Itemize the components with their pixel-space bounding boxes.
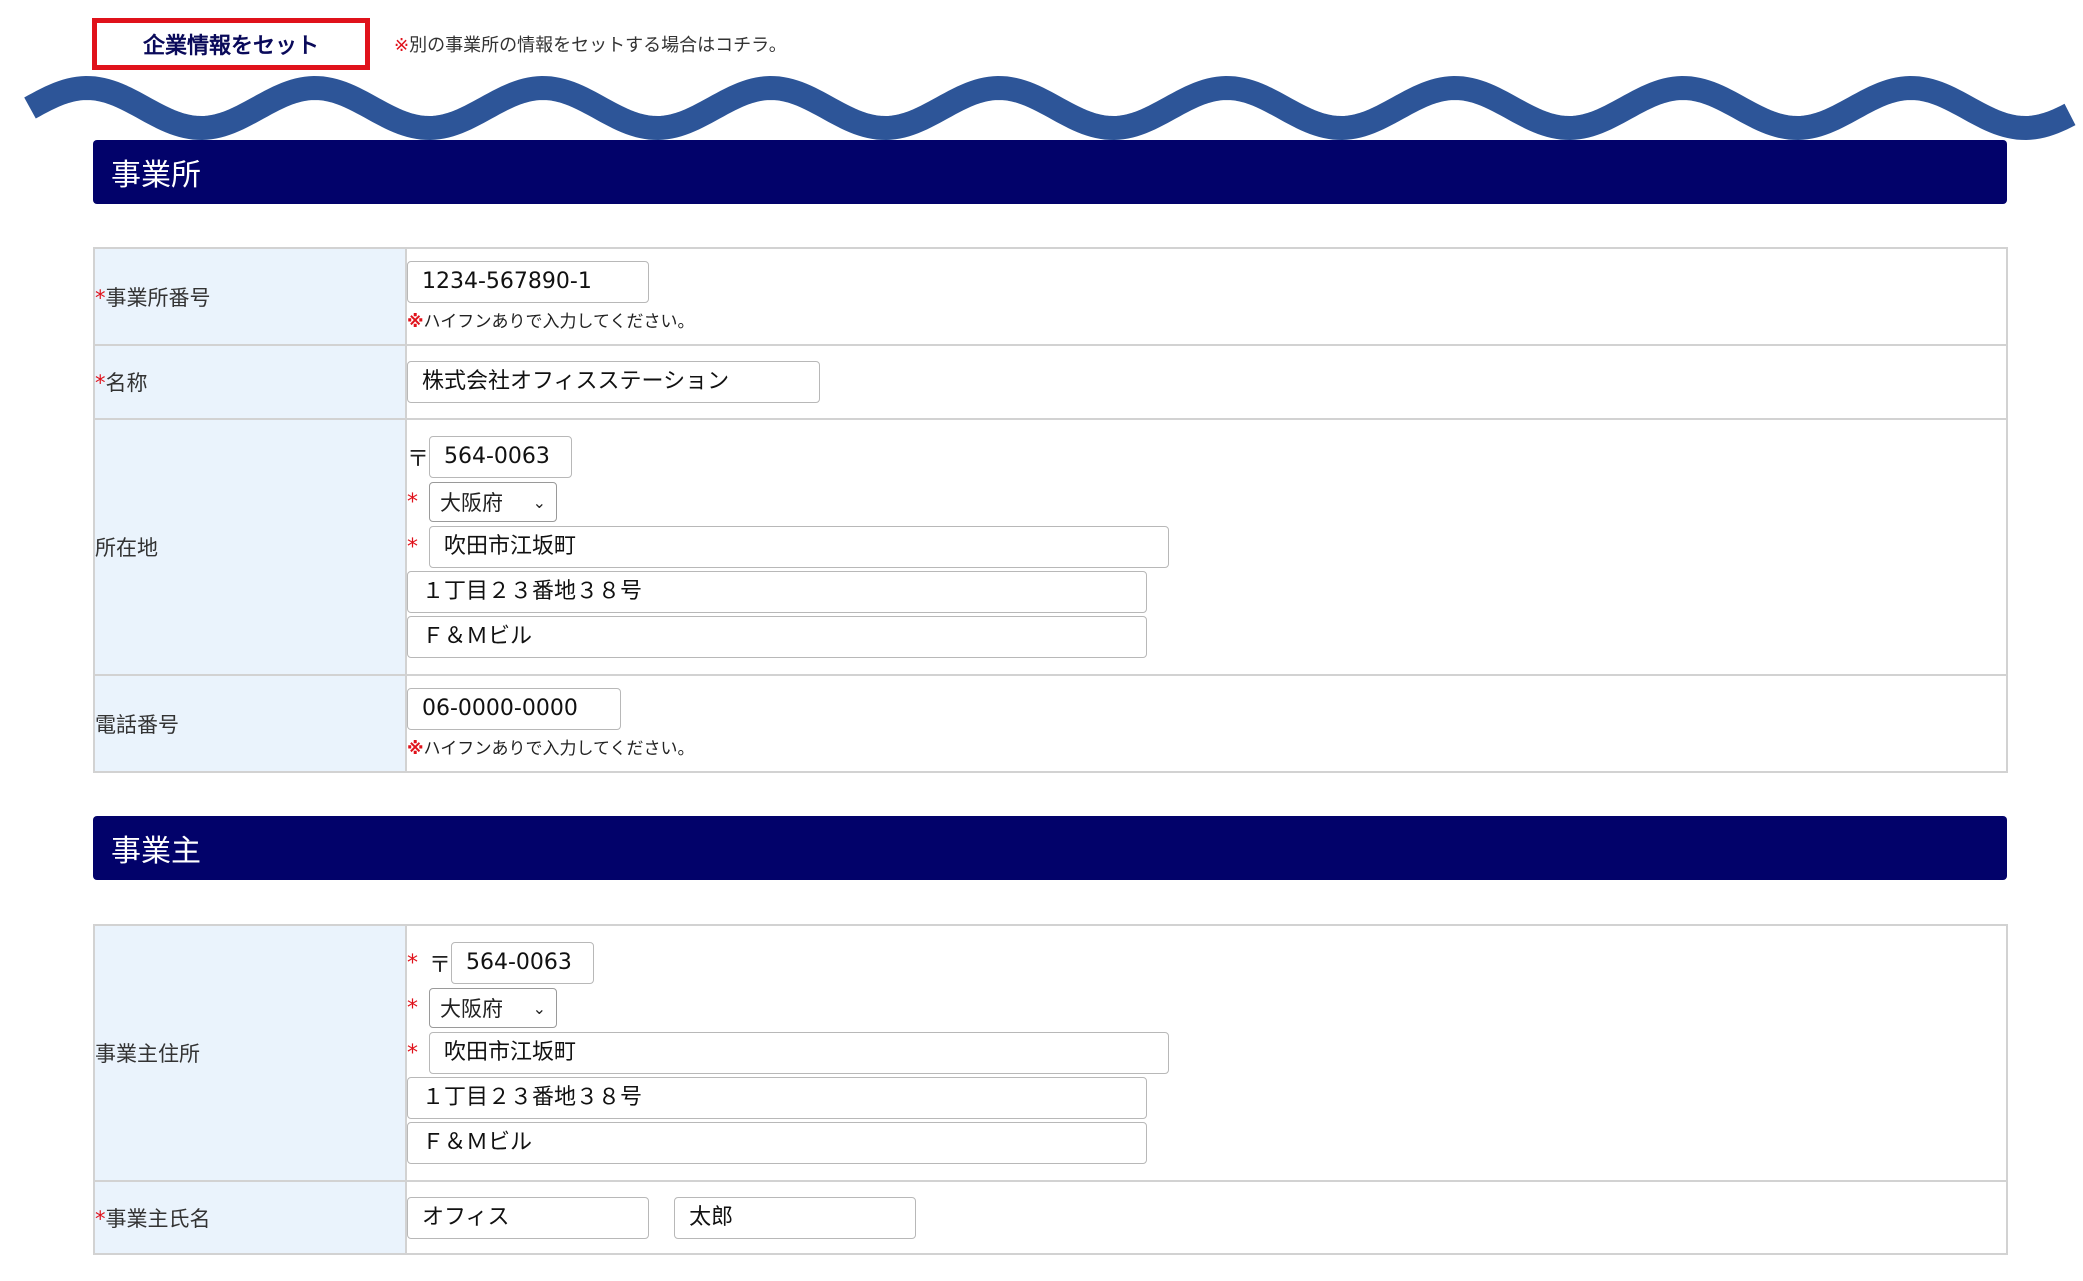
set-note-text: 別の事業所の情報をセットする場合はコチラ。 xyxy=(409,35,787,56)
chevron-down-icon: ⌄ xyxy=(532,998,546,1018)
postal-mark-icon: 〒 xyxy=(429,953,452,978)
owner-prefecture-select[interactable]: 大阪府 ⌄ xyxy=(429,988,557,1028)
row-office-name: *名称 株式会社オフィスステーション xyxy=(93,344,2008,420)
owner-postal-input[interactable]: 564-0063 xyxy=(451,942,594,984)
required-mark: * xyxy=(407,489,418,515)
owner-last-name-input[interactable]: オフィス xyxy=(407,1196,649,1239)
row-office-number: *事業所番号 1234-567890-1 ※ハイフンありで入力してください。 xyxy=(93,247,2008,346)
office-number-note: ※ハイフンありで入力してください。 xyxy=(407,312,695,332)
office-number-input[interactable]: 1234-567890-1 xyxy=(407,261,649,303)
owner-city-input[interactable]: 吹田市江坂町 xyxy=(429,1032,1169,1074)
section-header-owner: 事業主 xyxy=(93,816,2007,880)
office-phone-input[interactable]: 06-0000-0000 xyxy=(407,688,621,730)
row-owner-name: *事業主氏名 オフィス 太郎 xyxy=(93,1180,2008,1255)
office-phone-note: ※ハイフンありで入力してください。 xyxy=(407,739,695,759)
label-office-phone: 電話番号 xyxy=(93,674,407,773)
row-owner-address: 事業主住所 * 〒 564-0063 * 大阪府 ⌄ * 吹田市江坂町 １丁目２３… xyxy=(93,924,2008,1182)
top-bar: 企業情報をセット ※別の事業所の情報をセットする場合はコチラ。 xyxy=(92,18,787,70)
office-address2-input[interactable]: Ｆ＆Ｍビル xyxy=(407,616,1147,658)
office-name-input[interactable]: 株式会社オフィスステーション xyxy=(407,361,820,403)
required-mark: * xyxy=(407,950,418,976)
office-form: *事業所番号 1234-567890-1 ※ハイフンありで入力してください。 *… xyxy=(93,247,2008,773)
label-office-address: 所在地 xyxy=(93,418,407,676)
postal-mark-icon: 〒 xyxy=(407,447,430,472)
label-owner-name: *事業主氏名 xyxy=(93,1180,407,1255)
note-mark: ※ xyxy=(394,35,410,56)
owner-address2-input[interactable]: Ｆ＆Ｍビル xyxy=(407,1122,1147,1164)
owner-address1-input[interactable]: １丁目２３番地３８号 xyxy=(407,1077,1147,1119)
set-company-info-button[interactable]: 企業情報をセット xyxy=(92,18,370,70)
owner-first-name-input[interactable]: 太郎 xyxy=(674,1196,917,1239)
row-office-address: 所在地 〒 564-0063 * 大阪府 ⌄ * 吹田市江坂町 １丁目２３番地３８… xyxy=(93,418,2008,676)
wave-divider xyxy=(24,76,2076,140)
required-mark: * xyxy=(407,1040,418,1066)
set-note: ※別の事業所の情報をセットする場合はコチラ。 xyxy=(394,31,787,57)
office-city-input[interactable]: 吹田市江坂町 xyxy=(429,526,1169,568)
label-office-number: *事業所番号 xyxy=(93,247,407,346)
required-mark: * xyxy=(407,995,418,1021)
owner-form: 事業主住所 * 〒 564-0063 * 大阪府 ⌄ * 吹田市江坂町 １丁目２３… xyxy=(93,924,2008,1255)
chevron-down-icon: ⌄ xyxy=(532,492,546,512)
label-owner-address: 事業主住所 xyxy=(93,924,407,1182)
office-prefecture-select[interactable]: 大阪府 ⌄ xyxy=(429,482,557,522)
office-address1-input[interactable]: １丁目２３番地３８号 xyxy=(407,571,1147,613)
row-office-phone: 電話番号 06-0000-0000 ※ハイフンありで入力してください。 xyxy=(93,674,2008,773)
section-header-office: 事業所 xyxy=(93,140,2007,204)
label-office-name: *名称 xyxy=(93,344,407,420)
required-mark: * xyxy=(407,534,418,560)
office-postal-input[interactable]: 564-0063 xyxy=(429,436,572,478)
